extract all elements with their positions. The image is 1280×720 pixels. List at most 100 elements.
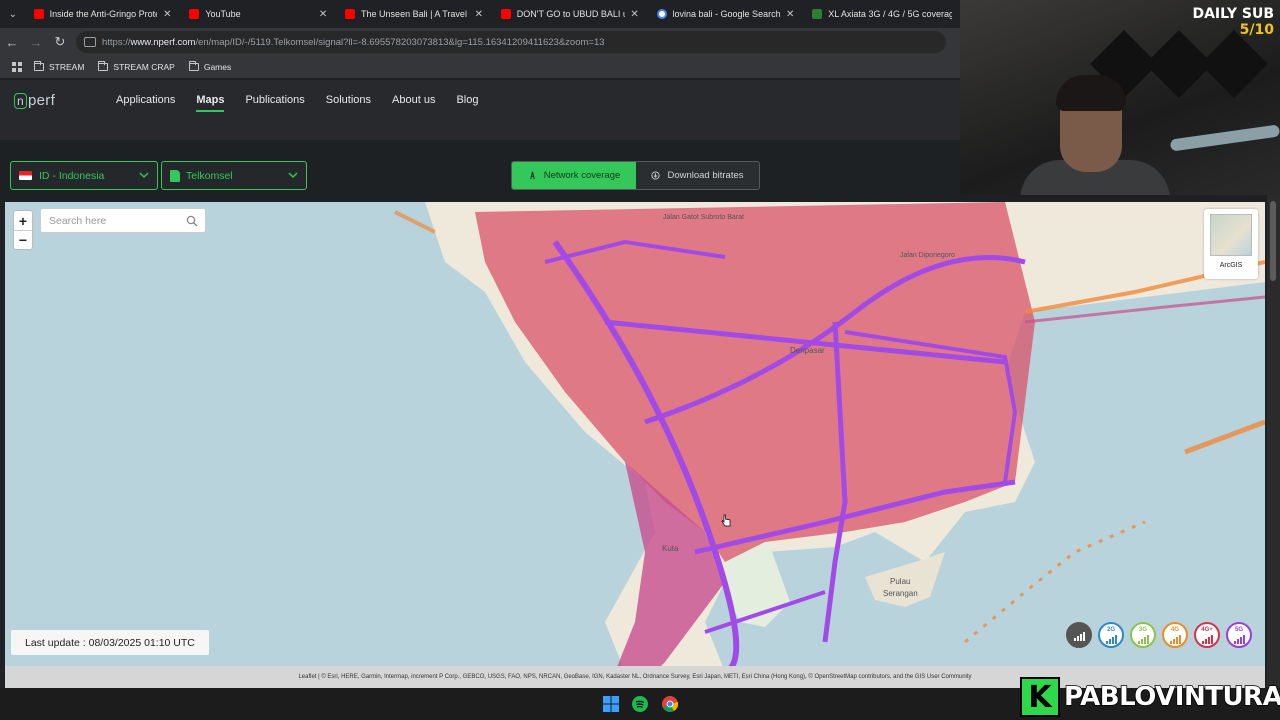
site-info-icon[interactable]	[84, 37, 96, 47]
indonesia-flag-icon	[19, 171, 32, 180]
download-bitrates-label: Download bitrates	[667, 170, 744, 181]
search-placeholder: Search here	[49, 214, 107, 227]
signal-bars-icon	[1233, 634, 1245, 644]
network-coverage-button[interactable]: Network coverage	[512, 162, 636, 189]
map-mode-toggle: Network coverage Download bitrates	[511, 161, 760, 190]
legend-5g-button[interactable]: 5G	[1226, 622, 1252, 648]
nav-about-us[interactable]: About us	[392, 94, 435, 112]
apps-grid-icon[interactable]	[0, 62, 34, 72]
bookmark-folder-games[interactable]: Games	[188, 61, 232, 72]
operator-select[interactable]: Telkomsel	[161, 161, 307, 190]
legend-3g-button[interactable]: 3G	[1130, 622, 1156, 648]
browser-tab-bar: ⌄ Inside the Anti-Gringo Protests✕ YouTu…	[0, 0, 960, 28]
microphone-arm	[1169, 124, 1280, 152]
close-icon[interactable]: ✕	[629, 9, 641, 20]
antenna-icon	[529, 171, 535, 180]
last-update-label: Last update : 08/03/2025 01:10 UTC	[11, 630, 209, 655]
brand-k-logo: K	[1020, 677, 1060, 717]
basemap-thumbnail	[1210, 214, 1252, 256]
bookmark-label: STREAM	[49, 62, 85, 72]
download-bitrates-button[interactable]: Download bitrates	[636, 162, 759, 189]
signal-bars-icon	[1073, 631, 1085, 641]
tab-title: XL Axiata 3G / 4G / 5G coverag	[828, 9, 952, 19]
nav-solutions[interactable]: Solutions	[326, 94, 371, 112]
logo-text: perf	[27, 92, 56, 109]
tab-search-button[interactable]: ⌄	[0, 0, 26, 28]
bookmark-folder-stream[interactable]: STREAM	[34, 61, 85, 72]
basemap-toggle[interactable]: ArcGIS	[1204, 209, 1258, 279]
tab-1[interactable]: YouTube ✕	[181, 0, 337, 28]
map-label-serangan: Serangan	[883, 589, 918, 598]
basemap-label: ArcGIS	[1219, 262, 1243, 269]
signal-bars-icon	[1169, 634, 1181, 644]
legend-label: 2G	[1106, 626, 1115, 633]
folder-icon	[34, 61, 44, 71]
map-search-input[interactable]: Search here	[40, 208, 206, 233]
tab-title: Inside the Anti-Gringo Protests	[49, 9, 158, 19]
sim-card-icon	[170, 169, 180, 182]
map-label-road: Jalan Gatot Subroto Barat	[663, 214, 744, 221]
back-arrow-icon[interactable]: ←	[0, 30, 24, 54]
nav-publications[interactable]: Publications	[245, 94, 304, 112]
legend-4g-plus-button[interactable]: 4G+	[1194, 622, 1220, 648]
close-icon[interactable]: ✕	[784, 9, 796, 20]
tab-0[interactable]: Inside the Anti-Gringo Protests✕	[26, 0, 182, 28]
signal-bars-icon	[1201, 634, 1213, 644]
legend-all-button[interactable]	[1066, 622, 1092, 648]
youtube-icon	[189, 9, 200, 19]
hand-cursor-icon	[721, 514, 731, 527]
bookmark-label: Games	[203, 62, 232, 72]
legend-4g-button[interactable]: 4G	[1162, 622, 1188, 648]
map-label-denpasar: Denpasar	[790, 346, 825, 355]
close-icon[interactable]: ✕	[473, 9, 485, 20]
close-icon[interactable]: ✕	[317, 9, 329, 20]
nav-maps[interactable]: Maps	[196, 94, 225, 112]
legend-label: 5G	[1234, 626, 1243, 633]
nav-applications[interactable]: Applications	[116, 94, 175, 112]
map-canvas	[394, 202, 1265, 682]
chrome-icon[interactable]	[662, 696, 678, 712]
bookmark-folder-stream-crap[interactable]: STREAM CRAP	[98, 61, 175, 72]
country-select[interactable]: ID - Indonesia	[10, 161, 158, 190]
tab-4[interactable]: lovina bali - Google Search ✕	[649, 0, 805, 28]
zoom-out-button[interactable]: −	[14, 230, 32, 249]
streamer-hair	[1056, 75, 1126, 111]
legend-label: 4G+	[1201, 626, 1213, 633]
daily-sub-counter: DAILY SUB 5/10	[1192, 6, 1274, 38]
signal-bars-icon	[1137, 634, 1149, 644]
coverage-map[interactable]: Denpasar Pulau Serangan Kuta Jalan Gatot…	[5, 202, 1265, 688]
legend-label: 4G	[1170, 626, 1179, 633]
scrollbar-thumb[interactable]	[1270, 201, 1276, 281]
url-prefix: https://	[102, 36, 131, 48]
legend-label: 3G	[1138, 626, 1147, 633]
tab-title: DON'T GO to UBUD BALI until y	[516, 9, 625, 19]
youtube-icon	[500, 9, 511, 19]
streamer-brand: K PABLOVINTURA	[1020, 676, 1280, 718]
search-icon[interactable]	[186, 215, 198, 227]
folder-icon	[188, 61, 199, 71]
url-path: /en/map/ID/-/5119.Telkomsel/signal?ll=-8…	[195, 36, 605, 48]
close-icon[interactable]: ✕	[161, 9, 173, 20]
map-label-pulau: Pulau	[890, 577, 911, 586]
zoom-in-button[interactable]: +	[14, 211, 32, 230]
forward-arrow-icon[interactable]: →	[24, 30, 48, 54]
logo-n: n	[14, 93, 27, 109]
legend-2g-button[interactable]: 2G	[1098, 622, 1124, 648]
windows-start-icon[interactable]	[603, 696, 619, 712]
signal-bars-icon	[1105, 634, 1117, 644]
map-label-kuta: Kuta	[662, 544, 679, 553]
map-label-road: Jalan Diponegoro	[900, 252, 955, 259]
spotify-icon[interactable]	[632, 696, 648, 712]
nperf-logo[interactable]: n perf	[14, 92, 55, 109]
site-header: n perf Applications Maps Publications Sol…	[0, 80, 960, 140]
tab-title: The Unseen Bali | A Travel and	[361, 9, 469, 19]
address-bar[interactable]: https://www.nperf.com/en/map/ID/-/5119.T…	[76, 31, 946, 53]
reload-icon[interactable]: ↻	[48, 30, 72, 54]
nav-blog[interactable]: Blog	[456, 94, 478, 112]
tab-2[interactable]: The Unseen Bali | A Travel and ✕	[337, 0, 493, 28]
page-scrollbar[interactable]	[1267, 195, 1280, 688]
tab-3[interactable]: DON'T GO to UBUD BALI until y ✕	[493, 0, 649, 28]
daily-sub-count: 5/10	[1239, 22, 1274, 39]
google-icon	[656, 9, 667, 19]
tab-5[interactable]: XL Axiata 3G / 4G / 5G coverag	[804, 0, 960, 28]
